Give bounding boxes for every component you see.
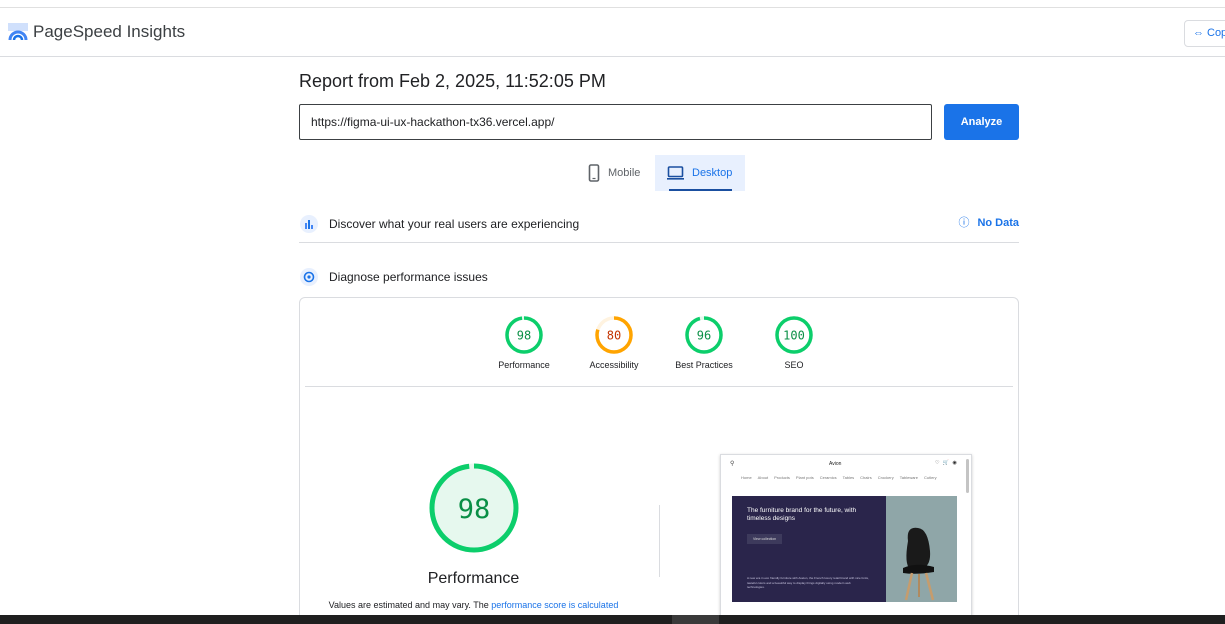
screenshot-header-icons: ♡ 🛒 ◉: [935, 460, 958, 466]
url-input[interactable]: [299, 104, 932, 140]
score-note: Values are estimated and may vary. The p…: [300, 600, 647, 610]
diagnose-icon: [300, 268, 318, 286]
screenshot-nav-item: Tables: [842, 475, 855, 480]
gauge-score: 98: [517, 329, 531, 343]
gauge-ring: 98: [505, 316, 543, 354]
page-screenshot: ⚲ Avion ♡ 🛒 ◉ Home About Products Plant …: [720, 454, 972, 624]
info-icon: ⓘ: [958, 217, 970, 229]
lab-data-label: Diagnose performance issues: [329, 270, 488, 284]
app-brand[interactable]: PageSpeed Insights: [33, 22, 185, 42]
tab-mobile-label: Mobile: [608, 167, 641, 179]
desktop-device-icon: [667, 166, 684, 180]
main-score-label: Performance: [427, 570, 520, 587]
screenshot-nav-item: Plant pots: [795, 475, 814, 480]
copy-link-button[interactable]: ⇔Cop: [1184, 20, 1225, 47]
score-note-text: Values are estimated and may vary. The: [328, 600, 492, 610]
screenshot-hero-title: The furniture brand for the future, with…: [747, 507, 857, 522]
taskbar: [0, 615, 1225, 624]
field-data-label: Discover what your real users are experi…: [329, 216, 580, 231]
screenshot-hero: The furniture brand for the future, with…: [732, 496, 886, 602]
tab-desktop[interactable]: Desktop: [655, 155, 745, 191]
score-gauges: 98 Performance 80 Accessibility 96 Best …: [305, 298, 1013, 387]
screenshot-nav-item: Chairs: [860, 475, 872, 480]
screenshot-nav-item: Home: [741, 475, 752, 480]
app-header: PageSpeed Insights ⇔Cop: [0, 9, 1225, 57]
lab-data-section: Diagnose performance issues: [299, 262, 1019, 292]
main-performance-gauge: 98: [429, 463, 519, 553]
screenshot-hero-text: A new era in eco friendly furniture with…: [747, 576, 869, 589]
analyze-button[interactable]: Analyze: [944, 104, 1019, 140]
chair-illustration: [903, 527, 935, 601]
users-chart-icon: [300, 214, 318, 233]
screenshot-nav-item: Products: [774, 475, 790, 480]
no-data-status[interactable]: ⓘ No Data: [958, 214, 1019, 230]
screenshot-nav-item: Tableware: [899, 475, 918, 480]
screenshot-nav: Home About Products Plant pots Ceramics …: [741, 475, 937, 480]
vertical-divider: [659, 505, 660, 577]
report-title: Report from Feb 2, 2025, 11:52:05 PM: [299, 71, 606, 91]
report-card: 98 Performance 80 Accessibility 96 Best …: [299, 297, 1019, 624]
field-data-section[interactable]: Discover what your real users are experi…: [299, 205, 1019, 243]
score-calculation-link[interactable]: performance score is calculated: [491, 600, 618, 610]
pagespeed-logo-icon: [8, 23, 28, 41]
screenshot-brand: Avion: [829, 461, 842, 467]
gauge-ring: 100: [775, 316, 813, 354]
tab-mobile[interactable]: Mobile: [580, 155, 654, 191]
link-icon: ⇔: [1193, 27, 1204, 39]
gauge-ring: 96: [685, 316, 723, 354]
screenshot-search-icon: ⚲: [730, 461, 735, 467]
mobile-device-icon: [588, 164, 600, 182]
copy-link-label: Cop: [1207, 27, 1225, 39]
gauge-seo[interactable]: 100 SEO: [739, 315, 849, 370]
screenshot-hero-button: View collection: [747, 534, 782, 544]
browser-top-strip: [0, 0, 1225, 8]
screenshot-nav-item: Crockery: [877, 475, 894, 480]
gauge-score: 100: [783, 329, 805, 343]
gauge-score: 96: [697, 329, 711, 343]
screenshot-scrollbar: [966, 459, 969, 493]
screenshot-nav-item: Ceramics: [819, 475, 837, 480]
screenshot-chair-image: [886, 496, 957, 602]
tab-desktop-label: Desktop: [692, 167, 733, 179]
screenshot-nav-item: About: [757, 475, 769, 480]
active-tab-indicator: [669, 189, 732, 191]
screenshot-nav-item: Cutlery: [923, 475, 937, 480]
gauge-label: SEO: [784, 360, 804, 370]
no-data-label: No Data: [977, 217, 1019, 229]
gauge-ring: 80: [595, 316, 633, 354]
taskbar-highlight: [672, 615, 719, 624]
gauge-score: 80: [607, 329, 621, 343]
main-score: 98: [458, 494, 491, 525]
